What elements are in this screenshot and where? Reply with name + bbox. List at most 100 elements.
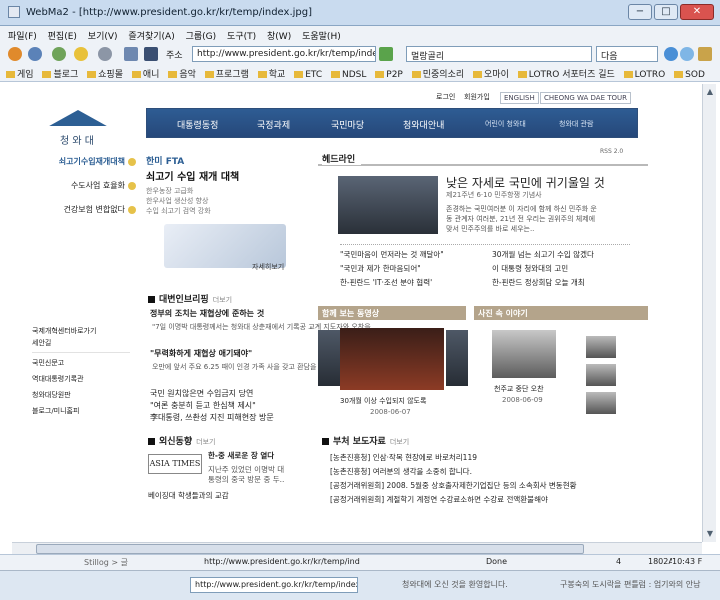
headline-link[interactable]: 한-핀란드 'IT·조선 분야 협력' <box>340 277 432 288</box>
headline-link[interactable]: 30개월 넘는 쇠고기 수입 않겠다 <box>492 249 594 260</box>
favorite-item[interactable]: 음악 <box>168 67 196 80</box>
menu-help[interactable]: 도움말(H) <box>302 29 341 42</box>
close-button[interactable]: ✕ <box>680 4 714 20</box>
search-engine-select[interactable]: 다음 <box>596 46 658 62</box>
search-icon[interactable] <box>664 47 678 61</box>
tour-button[interactable]: CHEONG WA DAE TOUR <box>540 92 631 104</box>
headline-link[interactable]: 한-핀란드 정상회담 오늘 개최 <box>492 277 585 288</box>
side-link[interactable]: 청와대당원판 <box>32 390 71 400</box>
side-nav-item[interactable]: 건강보험 변합없다 <box>32 204 136 215</box>
address-input[interactable]: http://www.president.go.kr/kr/temp/index… <box>192 46 376 62</box>
press-item[interactable]: [농촌진흥청] 여러분의 생각을 소중히 합니다. <box>330 466 472 477</box>
menu-favorites[interactable]: 즐겨찾기(A) <box>128 29 174 42</box>
menu-group[interactable]: 그룹(G) <box>186 29 217 42</box>
menu-edit[interactable]: 편집(E) <box>48 29 77 42</box>
view-icon[interactable] <box>124 47 138 61</box>
favorite-item[interactable]: SOD <box>674 70 705 80</box>
promo-more-link[interactable]: 자세히보기 <box>252 262 284 272</box>
search-input[interactable]: 멀랑골리 <box>406 46 592 62</box>
side-nav-item[interactable]: 쇠고기수입재개대책 <box>32 156 136 167</box>
photo-thumbnail[interactable] <box>586 336 616 358</box>
video-caption[interactable]: 30개월 이상 수입되지 않도록 <box>340 396 426 406</box>
press-item[interactable]: [공정거래위원회] 계절학기 계정연 수강료소하면 수강료 전액환불해야 <box>330 494 548 505</box>
side-nav-item[interactable]: 수도사업 효율화 <box>32 180 136 191</box>
pencil-icon[interactable] <box>698 47 712 61</box>
star-icon[interactable] <box>74 47 88 61</box>
foreign-item[interactable]: 베이징대 학생들과의 교감 <box>148 490 229 501</box>
nav-tab-president[interactable]: 대통령동정 <box>177 118 218 131</box>
favorite-item[interactable]: NDSL <box>331 70 366 80</box>
favorite-item[interactable]: 블로그 <box>42 67 78 80</box>
video-player[interactable] <box>340 328 444 390</box>
favorite-item[interactable]: 프로그램 <box>204 67 249 80</box>
favorite-item[interactable]: ETC <box>294 70 322 80</box>
taskbar-page[interactable]: http://www.president.go.kr/kr/temp/index… <box>190 577 358 593</box>
minimize-button[interactable]: − <box>628 4 652 20</box>
scroll-thumb[interactable] <box>36 544 584 554</box>
tools-icon[interactable] <box>98 47 112 61</box>
nav-kids-link[interactable]: 어린이 청와대 <box>485 119 526 129</box>
go-icon[interactable] <box>379 47 393 61</box>
globe-icon[interactable] <box>680 47 694 61</box>
more-link[interactable]: 더보기 <box>390 438 409 446</box>
favorite-item[interactable]: 오마이 <box>473 67 509 80</box>
horizontal-scrollbar[interactable] <box>12 542 702 554</box>
home-icon[interactable] <box>52 47 66 61</box>
menu-window[interactable]: 창(W) <box>267 29 291 42</box>
headline-link[interactable]: "국민마음이 먼저라는 것 깨달아" <box>340 249 444 260</box>
side-link[interactable]: 국제개혁센터바로가기 <box>32 326 96 336</box>
briefing-item[interactable]: 李대통령, 쓰촨성 지진 피해현장 방문 <box>150 412 274 423</box>
menu-tools[interactable]: 도구(T) <box>227 29 256 42</box>
favorite-item[interactable]: LOTRO 서포터즈 길드 <box>517 67 615 80</box>
forward-icon[interactable] <box>28 47 42 61</box>
favorite-item[interactable]: 애니 <box>131 67 159 80</box>
scroll-up-icon[interactable]: ▲ <box>705 86 715 98</box>
headline-title[interactable]: 낮은 자세로 국민에 귀기울일 것 <box>446 174 605 191</box>
nav-tab-guide[interactable]: 청와대안내 <box>403 118 444 131</box>
headline-link[interactable]: "국민과 제가 한마음되어" <box>340 263 421 274</box>
briefing-item[interactable]: "여론 충분히 듣고 한심책 제시" <box>150 400 256 411</box>
briefing-item[interactable]: "무력화하게 재협상 애기돼야" <box>150 348 252 359</box>
nav-tab-people[interactable]: 국민마당 <box>331 118 364 131</box>
foreign-headline[interactable]: 한-중 새로운 장 열다 <box>208 450 274 461</box>
headline-photo[interactable] <box>338 176 438 234</box>
press-item[interactable]: [공정거래위원회] 2008. 5월중 상호출자제한기업집단 등의 소속회사 변… <box>330 480 577 491</box>
more-link[interactable]: 더보기 <box>213 296 232 304</box>
headline-link[interactable]: 이 대통령 청와대의 고민 <box>492 263 568 274</box>
photo-main[interactable] <box>492 330 556 378</box>
site-logo[interactable]: 청 와 대 <box>36 108 122 147</box>
maximize-button[interactable]: □ <box>654 4 678 20</box>
side-link[interactable]: 블로그/미니홈피 <box>32 406 79 416</box>
briefing-item[interactable]: 국민 원치않은면 수입금지 당연 <box>150 388 253 399</box>
favorite-item[interactable]: 쇼핑몰 <box>87 67 123 80</box>
english-button[interactable]: ENGLISH <box>500 92 539 104</box>
favorite-item[interactable]: 게임 <box>6 67 34 80</box>
scroll-down-icon[interactable]: ▼ <box>705 528 715 540</box>
favorite-item[interactable]: 학교 <box>257 67 285 80</box>
side-link[interactable]: 국민신문고 <box>32 358 64 368</box>
side-link[interactable]: 세안길 <box>32 338 51 348</box>
signup-link[interactable]: 회원가입 <box>464 92 490 102</box>
nav-tab-policy[interactable]: 국정과제 <box>257 118 290 131</box>
video-thumbnail[interactable] <box>318 330 340 386</box>
back-icon[interactable] <box>8 47 22 61</box>
menu-file[interactable]: 파일(F) <box>8 29 37 42</box>
nav-tour-link[interactable]: 청와대 관람 <box>559 119 593 129</box>
rss-link[interactable]: RSS 2.0 <box>600 148 623 155</box>
briefing-item[interactable]: 정부의 조치는 재협상에 준하는 것 <box>150 308 264 319</box>
side-link[interactable]: 역대대통령기록관 <box>32 374 84 384</box>
login-link[interactable]: 로그인 <box>436 92 455 102</box>
photo-thumbnail[interactable] <box>586 364 616 386</box>
layout-icon[interactable] <box>144 47 158 61</box>
press-item[interactable]: [농촌진흥청] 인삼·작목 현장에로 바로처리119 <box>330 452 477 463</box>
favorite-item[interactable]: LOTRO <box>623 70 665 80</box>
more-link[interactable]: 더보기 <box>196 438 215 446</box>
menu-view[interactable]: 보기(V) <box>88 29 118 42</box>
photo-thumbnail[interactable] <box>586 392 616 414</box>
favorite-item[interactable]: P2P <box>375 70 403 80</box>
vertical-scrollbar[interactable]: ▲ ▼ <box>702 84 716 542</box>
photo-caption[interactable]: 천주교 중단 오찬 <box>494 384 544 394</box>
favorite-item[interactable]: 민중의소리 <box>411 67 464 80</box>
video-thumbnail[interactable] <box>446 330 468 386</box>
fta-promo[interactable]: 한미 FTA 쇠고기 수입 재개 대책 한우농장 고급화 한우사업 생산성 향상… <box>146 152 296 282</box>
